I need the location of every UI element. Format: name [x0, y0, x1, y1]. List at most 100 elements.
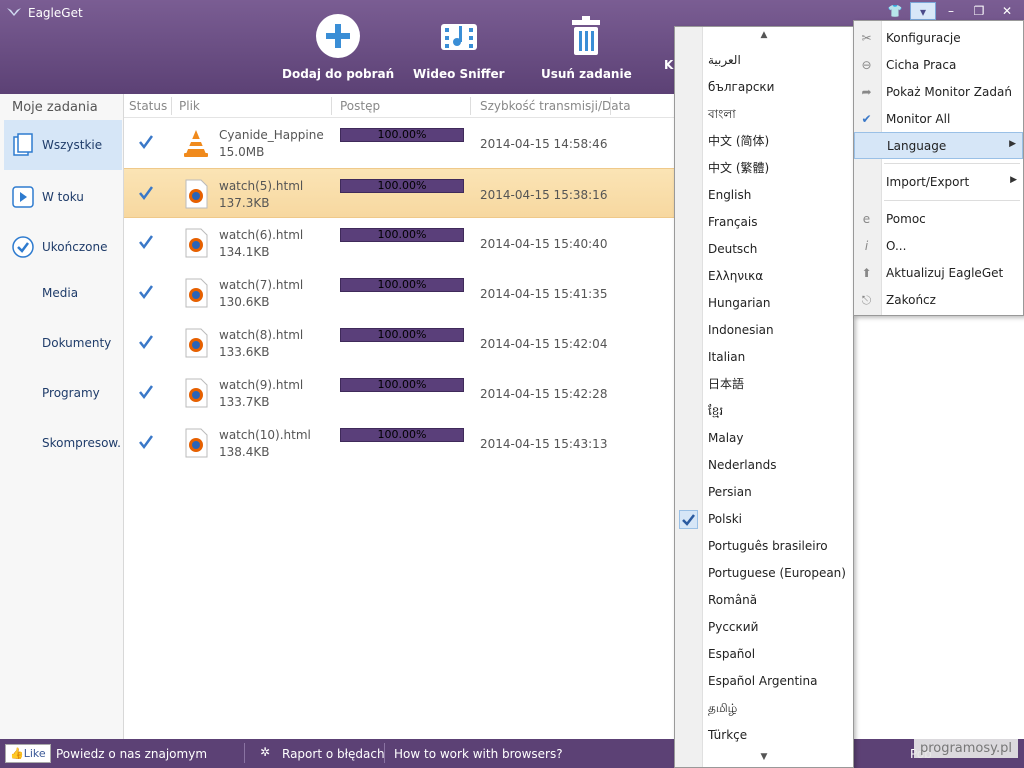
scroll-up-arrow[interactable]: ▲: [675, 27, 853, 43]
share-link[interactable]: Powiedz o nas znajomym: [56, 747, 207, 761]
table-row[interactable]: watch(7).html 130.6KB 100.00% 2014-04-15…: [124, 268, 674, 318]
menu-item-label: Language: [887, 139, 947, 153]
file-size: 15.0MB: [219, 145, 265, 159]
language-label: தமிழ்: [708, 701, 738, 715]
sidebar-item-label: Skompresow...: [42, 436, 122, 450]
language-option[interactable]: Italian: [675, 344, 853, 371]
like-button[interactable]: 👍Like: [5, 744, 51, 763]
check-icon: [139, 385, 154, 400]
sidebar-item-documents[interactable]: Dokumenty: [4, 318, 122, 368]
column-status[interactable]: Status: [129, 99, 167, 113]
trash-icon: [572, 16, 601, 55]
language-option[interactable]: தமிழ்: [675, 695, 853, 722]
language-option[interactable]: Español Argentina: [675, 668, 853, 695]
menu-item-silent[interactable]: ⊖ Cicha Praca: [854, 52, 1023, 79]
sidebar-item-compressed[interactable]: Skompresow...: [4, 418, 122, 468]
language-option[interactable]: العربية: [675, 47, 853, 74]
language-option[interactable]: English: [675, 182, 853, 209]
add-download-label: Dodaj do pobrań: [282, 67, 395, 81]
skin-button[interactable]: 👕: [882, 2, 908, 20]
sidebar-item-programs[interactable]: Programy: [4, 368, 122, 418]
file-name: watch(7).html: [219, 278, 304, 292]
menu-button[interactable]: ▾: [910, 2, 936, 20]
column-divider: [610, 97, 611, 115]
file-size: 133.7KB: [219, 395, 270, 409]
delete-task-button[interactable]: Usuń zadanie: [541, 12, 632, 81]
vlc-icon: [184, 130, 208, 157]
progress-bar: 100.00%: [340, 378, 464, 392]
language-option[interactable]: 中文 (简体): [675, 128, 853, 155]
sidebar-item-media[interactable]: Media: [4, 268, 122, 318]
menu-item-exit[interactable]: ⎋ Zakończ: [854, 287, 1023, 314]
table-row[interactable]: watch(8).html 133.6KB 100.00% 2014-04-15…: [124, 318, 674, 368]
language-option[interactable]: Ελληνικα: [675, 263, 853, 290]
language-option[interactable]: Polski: [675, 506, 853, 533]
toolbar-more-button[interactable]: K: [664, 58, 673, 72]
close-button[interactable]: ✕: [994, 2, 1020, 20]
sidebar-item-completed[interactable]: Ukończone: [4, 222, 122, 272]
table-row[interactable]: Cyanide_Happines: 15.0MB 100.00% 2014-04…: [124, 118, 674, 168]
menu-item-show-monitor[interactable]: ➦ Pokaż Monitor Zadań: [854, 79, 1023, 106]
language-option[interactable]: Türkçe: [675, 722, 853, 749]
language-option[interactable]: Deutsch: [675, 236, 853, 263]
bug-report-link[interactable]: Raport o błędach: [282, 747, 385, 761]
language-label: English: [708, 188, 752, 202]
menu-item-language[interactable]: Language ▶: [854, 132, 1023, 159]
eagle-logo-icon: [7, 8, 21, 16]
table-row[interactable]: watch(6).html 134.1KB 100.00% 2014-04-15…: [124, 218, 674, 268]
menu-item-about[interactable]: i O...: [854, 233, 1023, 260]
menu-item-help[interactable]: e Pomoc: [854, 206, 1023, 233]
language-option[interactable]: ខ្មែរ: [675, 398, 853, 425]
sidebar-item-label: Media: [42, 286, 79, 300]
language-option[interactable]: Persian: [675, 479, 853, 506]
language-option[interactable]: Español: [675, 641, 853, 668]
list-header: Status Plik Postęp Szybkość transmisji/D…: [124, 94, 674, 118]
table-row[interactable]: watch(9).html 133.7KB 100.00% 2014-04-15…: [124, 368, 674, 418]
column-speed[interactable]: Szybkość transmisji/Data: [480, 99, 631, 113]
file-size: 137.3KB: [219, 196, 270, 210]
language-option[interactable]: Português brasileiro: [675, 533, 853, 560]
video-sniffer-label: Wideo Sniffer: [413, 67, 505, 81]
sidebar-item-label: Programy: [42, 386, 100, 400]
status-bar: 👍Like Powiedz o nas znajomym ✲ Raport o …: [0, 739, 1024, 768]
table-row[interactable]: watch(10).html 138.4KB 100.00% 2014-04-1…: [124, 418, 674, 468]
language-option[interactable]: Portuguese (European): [675, 560, 853, 587]
sidebar-item-all[interactable]: Wszystkie: [4, 120, 122, 170]
language-label: български: [708, 80, 775, 94]
language-option[interactable]: Hungarian: [675, 290, 853, 317]
language-label: Malay: [708, 431, 744, 445]
menu-item-label: Aktualizuj EagleGet: [886, 266, 1004, 280]
language-option[interactable]: Français: [675, 209, 853, 236]
download-date: 2014-04-15 15:42:28: [480, 387, 608, 401]
language-option[interactable]: 日本語: [675, 371, 853, 398]
menu-item-import-export[interactable]: Import/Export ▶: [854, 169, 1023, 196]
language-option[interactable]: বাংলা: [675, 101, 853, 128]
scroll-down-arrow[interactable]: ▼: [675, 749, 853, 765]
browsers-help-link[interactable]: How to work with browsers?: [394, 747, 563, 761]
column-file[interactable]: Plik: [179, 99, 200, 113]
add-download-button[interactable]: Dodaj do pobrań: [282, 12, 394, 81]
menu-item-update[interactable]: ⬆ Aktualizuj EagleGet: [854, 260, 1023, 287]
language-option[interactable]: Română: [675, 587, 853, 614]
video-sniffer-button[interactable]: Wideo Sniffer: [413, 12, 505, 81]
firefox-file-icon: [185, 378, 208, 408]
menu-item-monitor-all[interactable]: ✔ Monitor All: [854, 106, 1023, 133]
language-option[interactable]: Русский: [675, 614, 853, 641]
language-option[interactable]: 中文 (繁體): [675, 155, 853, 182]
menu-item-settings[interactable]: ✂ Konfiguracje: [854, 25, 1023, 52]
file-size: 130.6KB: [219, 295, 270, 309]
language-option[interactable]: Indonesian: [675, 317, 853, 344]
language-option[interactable]: Malay: [675, 425, 853, 452]
language-label: Français: [708, 215, 758, 229]
language-option[interactable]: Nederlands: [675, 452, 853, 479]
language-option[interactable]: български: [675, 74, 853, 101]
language-label: العربية: [708, 53, 741, 67]
language-label: Türkçe: [708, 728, 748, 742]
minimize-button[interactable]: –: [938, 2, 964, 20]
progress-text: 100.00%: [377, 428, 427, 441]
sidebar-item-in-progress[interactable]: W toku: [4, 172, 122, 222]
maximize-button[interactable]: ❐: [966, 2, 992, 20]
table-row[interactable]: watch(5).html 137.3KB 100.00% 2014-04-15…: [124, 168, 674, 218]
check-icon: [139, 186, 154, 201]
column-progress[interactable]: Postęp: [340, 99, 380, 113]
